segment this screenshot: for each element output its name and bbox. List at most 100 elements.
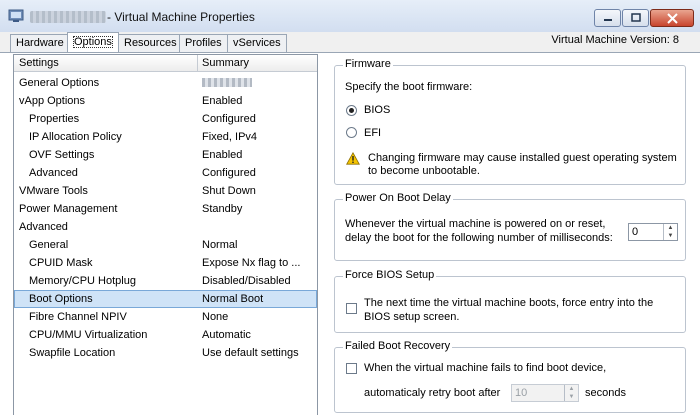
force-bios-line2[interactable]: BIOS setup screen.: [364, 311, 459, 323]
boot-delay-spinner[interactable]: 0 ▲ ▼: [628, 223, 678, 241]
setting-summary: Normal Boot: [202, 293, 264, 305]
force-bios-checkbox[interactable]: [346, 303, 357, 314]
firmware-group-title: Firmware: [343, 58, 393, 70]
retry-delay-unit: seconds: [585, 387, 626, 399]
boot-delay-spinner-arrows[interactable]: ▲ ▼: [663, 224, 677, 240]
list-item-general-options[interactable]: General Options: [14, 74, 317, 92]
setting-label: vApp Options: [19, 95, 86, 107]
efi-radio[interactable]: [346, 127, 357, 138]
retry-delay-spinner[interactable]: 10 ▲ ▼: [511, 384, 579, 402]
failed-boot-line2: automaticaly retry boot after: [364, 387, 501, 399]
vm-name-redacted: [30, 11, 106, 23]
list-item-properties[interactable]: Properties Configured: [14, 110, 317, 128]
boot-options-panel: Firmware Specify the boot firmware: BIOS…: [318, 53, 700, 415]
setting-summary: Normal: [202, 239, 238, 251]
retry-delay-value: 10: [515, 387, 528, 399]
force-bios-line1[interactable]: The next time the virtual machine boots,…: [364, 297, 653, 309]
power-on-delay-group-title: Power On Boot Delay: [343, 192, 453, 204]
column-header-settings[interactable]: Settings: [19, 57, 59, 69]
title-bar: - Virtual Machine Properties: [0, 0, 700, 32]
list-item-general[interactable]: General Normal: [14, 236, 317, 254]
setting-label: Boot Options: [29, 293, 93, 305]
setting-summary: Shut Down: [202, 185, 256, 197]
setting-label: Power Management: [19, 203, 118, 215]
tab-vservices[interactable]: vServices: [227, 34, 287, 52]
failed-boot-checkbox[interactable]: [346, 363, 357, 374]
setting-summary: Automatic: [202, 329, 251, 341]
bios-radio-label[interactable]: BIOS: [364, 104, 390, 116]
list-item-cpuid-mask[interactable]: CPUID Mask Expose Nx flag to ...: [14, 254, 317, 272]
setting-label: General: [29, 239, 69, 251]
power-on-delay-line2: delay the boot for the following number …: [345, 232, 613, 244]
list-item-swapfile-location[interactable]: Swapfile Location Use default settings: [14, 344, 317, 362]
tab-profiles[interactable]: Profiles: [179, 34, 228, 52]
failed-boot-group-title: Failed Boot Recovery: [343, 340, 453, 352]
vm-app-icon: [8, 9, 24, 22]
setting-label: Advanced: [19, 221, 68, 233]
options-content: Settings Summary General Options vApp Op…: [0, 52, 700, 415]
spinner-up-icon[interactable]: ▲: [565, 385, 578, 393]
vm-version-label: Virtual Machine Version: 8: [551, 34, 679, 46]
setting-label: CPU/MMU Virtualization: [29, 329, 148, 341]
setting-label: OVF Settings: [29, 149, 95, 161]
close-button[interactable]: [650, 9, 694, 27]
efi-radio-label[interactable]: EFI: [364, 127, 381, 139]
force-bios-group: Force BIOS Setup The next time the virtu…: [334, 269, 686, 333]
failed-boot-line1[interactable]: When the virtual machine fails to find b…: [364, 362, 606, 374]
setting-summary: Fixed, IPv4: [202, 131, 258, 143]
firmware-prompt: Specify the boot firmware:: [345, 81, 473, 93]
boot-delay-value: 0: [632, 226, 639, 238]
setting-summary: Use default settings: [202, 347, 299, 359]
firmware-group: Firmware Specify the boot firmware: BIOS…: [334, 58, 686, 185]
setting-summary-redacted: [202, 74, 314, 93]
setting-label: IP Allocation Policy: [29, 131, 122, 143]
setting-summary: Configured: [202, 167, 256, 179]
spinner-down-icon[interactable]: ▼: [565, 393, 578, 401]
setting-label: Fibre Channel NPIV: [29, 311, 127, 323]
setting-label: Memory/CPU Hotplug: [29, 275, 136, 287]
setting-summary: Enabled: [202, 149, 243, 161]
list-item-vapp-advanced[interactable]: Advanced Configured: [14, 164, 317, 182]
list-item-vapp-options[interactable]: vApp Options Enabled: [14, 92, 317, 110]
column-divider[interactable]: [197, 55, 198, 72]
bios-radio[interactable]: [346, 105, 357, 116]
list-item-vmware-tools[interactable]: VMware Tools Shut Down: [14, 182, 317, 200]
column-header-summary[interactable]: Summary: [202, 57, 249, 69]
setting-label: General Options: [19, 77, 100, 89]
close-icon: [666, 12, 678, 24]
setting-label: Advanced: [29, 167, 78, 179]
setting-summary: Configured: [202, 113, 256, 125]
list-item-boot-options[interactable]: Boot Options Normal Boot: [14, 290, 317, 308]
maximize-icon: [630, 13, 641, 22]
setting-summary: Standby: [202, 203, 243, 215]
power-on-delay-group: Power On Boot Delay Whenever the virtual…: [334, 192, 686, 261]
setting-summary: None: [202, 311, 229, 323]
list-item-ip-allocation-policy[interactable]: IP Allocation Policy Fixed, IPv4: [14, 128, 317, 146]
settings-list-header: Settings Summary: [14, 55, 317, 72]
list-item-advanced[interactable]: Advanced: [14, 218, 317, 236]
minimize-button[interactable]: [594, 9, 621, 27]
tab-options[interactable]: Options: [67, 32, 119, 52]
spinner-down-icon[interactable]: ▼: [664, 232, 677, 240]
retry-delay-spinner-arrows[interactable]: ▲ ▼: [564, 385, 578, 401]
firmware-warning-line2: to become unbootable.: [368, 165, 480, 177]
setting-label: Swapfile Location: [29, 347, 116, 359]
firmware-warning-line1: Changing firmware may cause installed gu…: [368, 152, 677, 164]
failed-boot-group: Failed Boot Recovery When the virtual ma…: [334, 340, 686, 413]
power-on-delay-line1: Whenever the virtual machine is powered …: [345, 218, 606, 230]
list-item-power-management[interactable]: Power Management Standby: [14, 200, 317, 218]
maximize-button[interactable]: [622, 9, 649, 27]
list-item-fibre-channel-npiv[interactable]: Fibre Channel NPIV None: [14, 308, 317, 326]
list-item-ovf-settings[interactable]: OVF Settings Enabled: [14, 146, 317, 164]
tab-resources[interactable]: Resources: [118, 34, 183, 52]
settings-list: Settings Summary General Options vApp Op…: [13, 54, 318, 415]
tab-hardware[interactable]: Hardware: [10, 34, 70, 52]
minimize-icon: [603, 19, 612, 21]
spinner-up-icon[interactable]: ▲: [664, 224, 677, 232]
list-item-cpu-mmu-virtualization[interactable]: CPU/MMU Virtualization Automatic: [14, 326, 317, 344]
tab-options-label: Options: [73, 36, 113, 48]
force-bios-group-title: Force BIOS Setup: [343, 269, 437, 281]
setting-summary: Disabled/Disabled: [202, 275, 291, 287]
list-item-memory-cpu-hotplug[interactable]: Memory/CPU Hotplug Disabled/Disabled: [14, 272, 317, 290]
setting-label: CPUID Mask: [29, 257, 93, 269]
